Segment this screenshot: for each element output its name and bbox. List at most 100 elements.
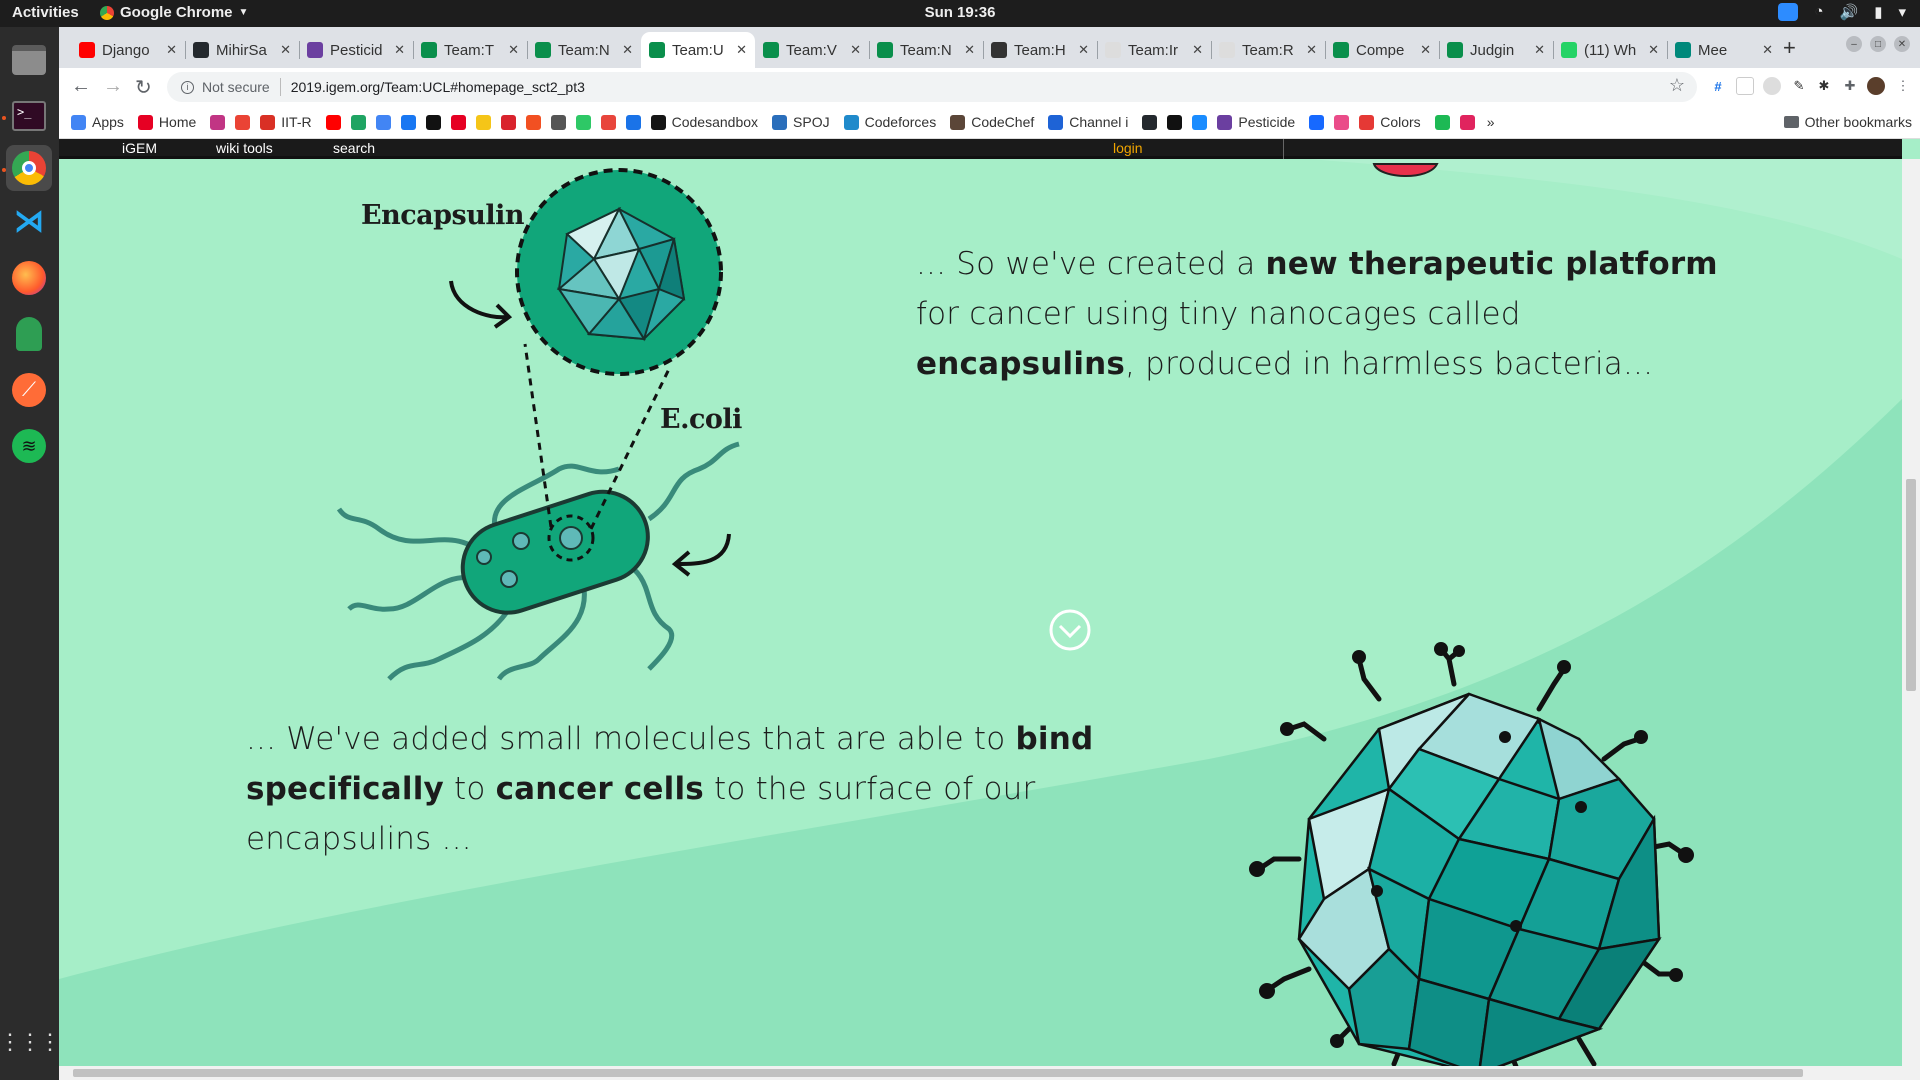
power-menu-icon[interactable]: ▾: [1898, 3, 1906, 21]
tab-close-icon[interactable]: ✕: [736, 42, 747, 58]
browser-tab[interactable]: Pesticid ✕: [299, 32, 413, 68]
url-text[interactable]: 2019.igem.org/Team:UCL#homepage_sct2_pt3: [291, 79, 585, 95]
spotify-icon[interactable]: ≋: [6, 423, 52, 469]
scroll-down-chevron-icon[interactable]: [1049, 609, 1091, 651]
browser-tab[interactable]: (11) Wh ✕: [1553, 32, 1667, 68]
horizontal-scrollbar[interactable]: [59, 1066, 1902, 1080]
zoom-icon[interactable]: [1778, 3, 1799, 21]
show-applications-icon[interactable]: ⋮⋮⋮: [0, 1019, 61, 1065]
tab-close-icon[interactable]: ✕: [166, 42, 177, 58]
extension-pen-icon[interactable]: ✎: [1790, 77, 1808, 95]
bookmark-item[interactable]: IIT-R: [260, 114, 312, 130]
tab-close-icon[interactable]: ✕: [394, 42, 405, 58]
postman-icon[interactable]: ⟋: [6, 367, 52, 413]
extension-bug-icon[interactable]: ✱: [1815, 77, 1833, 95]
extension-page-icon[interactable]: [1736, 77, 1754, 95]
chrome-dock-icon[interactable]: [6, 145, 52, 191]
bookmark-item[interactable]: [525, 114, 541, 130]
address-bar[interactable]: i Not secure 2019.igem.org/Team:UCL#home…: [167, 72, 1697, 102]
bookmark-item[interactable]: [400, 114, 416, 130]
vscode-icon[interactable]: ⋊: [6, 199, 52, 245]
menu-kebab-icon[interactable]: ⋮: [1894, 77, 1912, 95]
bookmark-item[interactable]: [475, 114, 491, 130]
app-menu[interactable]: Google Chrome ▼: [100, 4, 248, 21]
browser-tab[interactable]: Team:Ir ✕: [1097, 32, 1211, 68]
bookmark-item[interactable]: Codeforces: [843, 114, 936, 130]
browser-tab[interactable]: Django ✕: [71, 32, 185, 68]
bookmark-item[interactable]: [1309, 114, 1325, 130]
close-window-button[interactable]: ✕: [1894, 36, 1910, 52]
extension-circle-icon[interactable]: [1763, 77, 1781, 95]
bookmark-item[interactable]: Apps: [71, 114, 124, 130]
bookmark-item[interactable]: Channel i: [1048, 114, 1128, 130]
tab-close-icon[interactable]: ✕: [1534, 42, 1545, 58]
vertical-scroll-thumb[interactable]: [1906, 479, 1916, 691]
files-icon[interactable]: [6, 37, 52, 83]
vertical-scrollbar[interactable]: [1902, 159, 1920, 1080]
login-link[interactable]: login: [1113, 140, 1143, 156]
browser-tab[interactable]: Team:T ✕: [413, 32, 527, 68]
browser-tab[interactable]: Team:H ✕: [983, 32, 1097, 68]
bookmark-item[interactable]: Pesticide: [1217, 114, 1295, 130]
browser-tab[interactable]: Team:U ✕: [641, 32, 755, 68]
bookmark-item[interactable]: [1192, 114, 1208, 130]
activities-button[interactable]: Activities: [12, 4, 79, 21]
profile-avatar[interactable]: [1867, 77, 1885, 95]
tab-close-icon[interactable]: ✕: [1306, 42, 1317, 58]
bookmark-item[interactable]: [210, 114, 226, 130]
bookmark-item[interactable]: [1334, 114, 1350, 130]
bookmark-item[interactable]: [1459, 114, 1475, 130]
reload-button[interactable]: ↻: [135, 75, 152, 100]
bookmark-item[interactable]: [575, 114, 591, 130]
forward-button[interactable]: →: [103, 75, 123, 98]
bookmark-item[interactable]: SPOJ: [772, 114, 830, 130]
browser-tab[interactable]: Team:N ✕: [527, 32, 641, 68]
tab-close-icon[interactable]: ✕: [508, 42, 519, 58]
bookmark-star-icon[interactable]: ☆: [1669, 75, 1685, 96]
bookmarks-overflow-button[interactable]: »: [1487, 114, 1495, 130]
browser-tab[interactable]: Compe ✕: [1325, 32, 1439, 68]
security-indicator[interactable]: i Not secure: [181, 79, 270, 95]
tab-close-icon[interactable]: ✕: [1762, 42, 1773, 58]
bookmark-item[interactable]: Colors: [1359, 114, 1421, 130]
bookmark-item[interactable]: Codesandbox: [650, 114, 758, 130]
bookmark-item[interactable]: [500, 114, 516, 130]
tab-close-icon[interactable]: ✕: [280, 42, 291, 58]
bookmark-item[interactable]: [600, 114, 616, 130]
horizontal-scroll-thumb[interactable]: [73, 1069, 1803, 1077]
tab-close-icon[interactable]: ✕: [964, 42, 975, 58]
tab-close-icon[interactable]: ✕: [850, 42, 861, 58]
back-button[interactable]: ←: [71, 75, 91, 98]
tab-close-icon[interactable]: ✕: [1648, 42, 1659, 58]
other-bookmarks[interactable]: Other bookmarks: [1783, 114, 1912, 130]
browser-tab[interactable]: Team:V ✕: [755, 32, 869, 68]
system-tray[interactable]: ◔ 🔊 ▮ ▾: [1778, 3, 1906, 21]
bookmark-item[interactable]: [350, 114, 366, 130]
bookmark-item[interactable]: [550, 114, 566, 130]
bookmark-item[interactable]: [1167, 114, 1183, 130]
bookmark-item[interactable]: [1434, 114, 1450, 130]
extensions-puzzle-icon[interactable]: ✚: [1841, 77, 1859, 95]
igem-menu-link[interactable]: iGEM: [122, 140, 157, 156]
wiki-tools-menu-link[interactable]: wiki tools: [216, 140, 273, 156]
browser-tab[interactable]: Judgin ✕: [1439, 32, 1553, 68]
bookmark-item[interactable]: [375, 114, 391, 130]
bookmark-item[interactable]: [235, 114, 251, 130]
terminal-icon[interactable]: >_: [6, 93, 52, 139]
browser-tab[interactable]: Team:N ✕: [869, 32, 983, 68]
browser-tab[interactable]: MihirSa ✕: [185, 32, 299, 68]
extension-grid-icon[interactable]: #: [1709, 77, 1727, 95]
bookmark-item[interactable]: [450, 114, 466, 130]
search-menu-link[interactable]: search: [333, 140, 375, 156]
browser-tab[interactable]: Team:R ✕: [1211, 32, 1325, 68]
bookmark-item[interactable]: [1142, 114, 1158, 130]
tab-close-icon[interactable]: ✕: [622, 42, 633, 58]
tab-close-icon[interactable]: ✕: [1420, 42, 1431, 58]
bookmark-item[interactable]: [325, 114, 341, 130]
firefox-icon[interactable]: [6, 255, 52, 301]
maximize-button[interactable]: □: [1870, 36, 1886, 52]
tab-close-icon[interactable]: ✕: [1078, 42, 1089, 58]
tab-close-icon[interactable]: ✕: [1192, 42, 1203, 58]
browser-tab[interactable]: Mee ✕: [1667, 32, 1781, 68]
rocket-icon[interactable]: [6, 311, 52, 357]
